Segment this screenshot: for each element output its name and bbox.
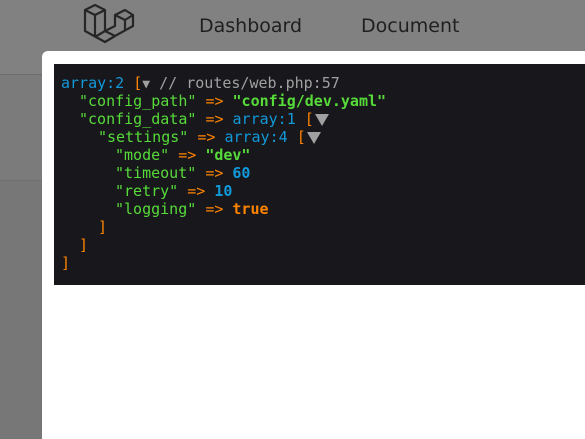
dump-arrow: => — [205, 110, 224, 128]
dump-array-type: array:1 — [232, 110, 296, 128]
background-panel — [0, 75, 42, 180]
dump-settings-close-bracket: ] — [98, 218, 108, 236]
collapse-toggle-icon[interactable] — [314, 113, 329, 126]
dump-arrow: => — [205, 164, 224, 182]
modal-dialog: array:2 [▼ // routes/web.php:57 "config_… — [42, 51, 585, 439]
page: Dashboard Document array:2 [▼ // routes/… — [0, 0, 585, 439]
dump-item-timeout: "timeout" => 60 — [115, 164, 250, 182]
dump-config-path-line: "config_path" => "config/dev.yaml" — [79, 92, 386, 110]
dump-key: "retry" — [115, 182, 179, 200]
dump-item-logging: "logging" => true — [115, 200, 269, 218]
var-dump-output: array:2 [▼ // routes/web.php:57 "config_… — [54, 64, 585, 285]
dump-settings-line: "settings" => array:4 [ — [98, 128, 321, 146]
dump-source-comment: // routes/web.php:57 — [159, 74, 340, 92]
dump-arrow: => — [197, 128, 216, 146]
dump-root-close-bracket: ] — [61, 254, 71, 272]
dump-root-type: array:2 — [61, 74, 125, 92]
collapse-toggle-icon[interactable] — [306, 131, 321, 144]
dump-string-value: "config/dev.yaml" — [232, 92, 387, 110]
dump-arrow: => — [178, 146, 197, 164]
dump-boolean-value: true — [232, 200, 269, 218]
dump-string-value: "dev" — [205, 146, 251, 164]
dump-item-retry: "retry" => 10 — [115, 182, 232, 200]
dump-arrow: => — [205, 200, 224, 218]
dump-key: "settings" — [98, 128, 189, 146]
dump-open-bracket: [ — [296, 128, 306, 146]
dump-key: "logging" — [115, 200, 197, 218]
dump-arrow: => — [205, 92, 224, 110]
dump-config-data-line: "config_data" => array:1 [ — [79, 110, 329, 128]
dump-key: "mode" — [115, 146, 170, 164]
dump-number-value: 10 — [214, 182, 233, 200]
dump-config-data-close-bracket: ] — [79, 236, 89, 254]
dump-root-open-bracket: [ — [133, 74, 143, 92]
dump-array-type: array:4 — [224, 128, 288, 146]
dump-root-line: array:2 [▼ // routes/web.php:57 — [61, 74, 340, 92]
dump-arrow: => — [187, 182, 206, 200]
dump-key: "timeout" — [115, 164, 197, 182]
background-panel-lower — [0, 181, 42, 439]
nav-link-dashboard[interactable]: Dashboard — [199, 15, 302, 37]
nav-link-document[interactable]: Document — [361, 15, 459, 37]
dump-number-value: 60 — [232, 164, 251, 182]
dump-item-mode: "mode" => "dev" — [115, 146, 250, 164]
dump-open-bracket: [ — [304, 110, 314, 128]
dump-key: "config_path" — [79, 92, 197, 110]
dump-key: "config_data" — [79, 110, 197, 128]
laravel-logo-icon[interactable] — [81, 2, 135, 50]
